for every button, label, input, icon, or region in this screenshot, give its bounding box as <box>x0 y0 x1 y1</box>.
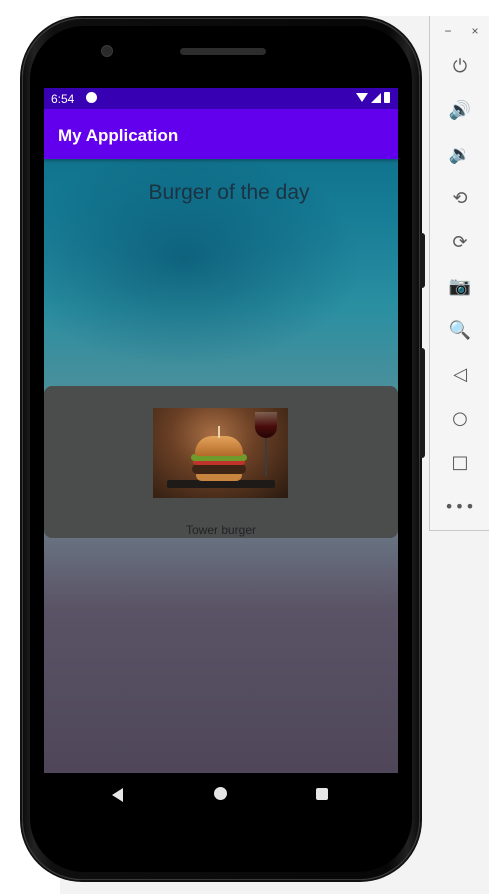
side-power-button[interactable] <box>420 233 425 288</box>
wifi-icon <box>356 93 368 102</box>
headline: Burger of the day <box>148 181 310 204</box>
home-icon[interactable]: ○ <box>446 404 474 432</box>
app-title: My Application <box>58 126 179 145</box>
rotate-left-icon[interactable]: ⟲ <box>446 184 474 212</box>
camera-icon[interactable]: 📷 <box>446 272 474 300</box>
wine-glass <box>255 412 277 438</box>
power-icon[interactable]: ⏻ <box>446 52 474 80</box>
nav-recents-icon[interactable] <box>316 788 328 800</box>
signal-icon <box>371 92 381 103</box>
status-bar: 6:54 <box>44 88 398 401</box>
notification-icon <box>86 92 97 103</box>
device-screen: 6:54 My Application Burger of the day To… <box>44 88 398 773</box>
patty <box>192 464 246 474</box>
volume-down-icon[interactable]: 🔉 <box>446 140 474 168</box>
burger-card[interactable]: Tower burger <box>44 386 398 538</box>
emulator-toolbar: − × ⏻ 🔊 🔉 ⟲ ⟳ 📷 🔍 ◁ ○ □ ••• <box>429 16 489 531</box>
card-caption: Tower burger <box>185 523 257 537</box>
status-system-icons <box>356 92 390 103</box>
emulator-window: 6:54 My Application Burger of the day To… <box>0 0 489 894</box>
status-time: 6:54 <box>51 92 75 106</box>
app-bar: My Application <box>44 109 398 159</box>
serving-board <box>167 480 275 488</box>
overview-icon[interactable]: □ <box>446 448 474 476</box>
close-icon[interactable]: × <box>468 24 482 38</box>
minimize-icon[interactable]: − <box>441 24 455 38</box>
back-icon[interactable]: ◁ <box>446 360 474 388</box>
volume-up-icon[interactable]: 🔊 <box>446 96 474 124</box>
rotate-right-icon[interactable]: ⟳ <box>446 228 474 256</box>
zoom-icon[interactable]: 🔍 <box>446 316 474 344</box>
toothpick <box>218 426 220 438</box>
nav-back-icon[interactable] <box>112 788 123 802</box>
front-camera <box>102 46 112 56</box>
bun-top <box>195 436 243 456</box>
more-icon[interactable]: ••• <box>444 492 474 520</box>
bun-bottom <box>196 473 242 481</box>
burger-image <box>153 408 288 498</box>
earpiece-speaker <box>180 48 266 55</box>
status-notification-icons <box>86 92 97 401</box>
wine-glass-stem <box>265 438 267 476</box>
side-volume-button[interactable] <box>420 348 425 458</box>
background-top <box>0 0 489 16</box>
nav-home-icon[interactable] <box>214 787 227 800</box>
battery-icon <box>384 92 390 103</box>
navigation-bar <box>44 773 398 821</box>
